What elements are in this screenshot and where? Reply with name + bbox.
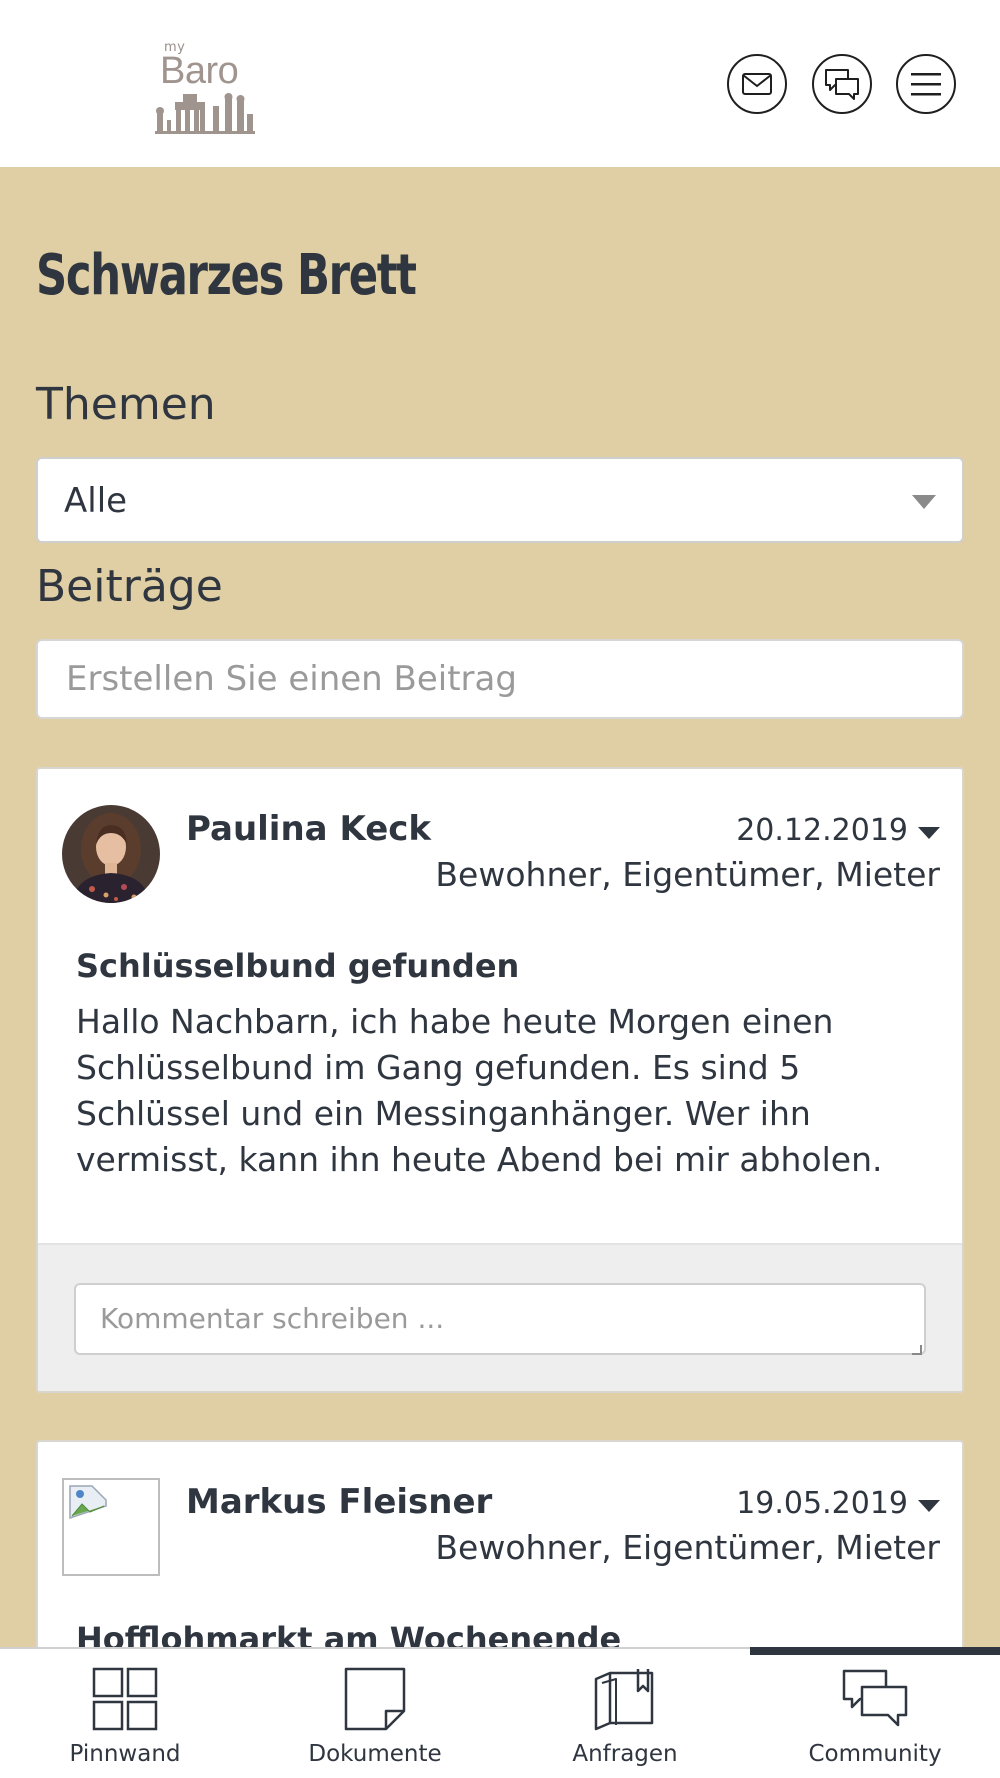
broken-image-icon (69, 1485, 107, 1520)
resize-handle-icon[interactable] (912, 1345, 922, 1355)
bottom-navigation: Pinnwand Dokumente Anfragen Community (0, 1647, 1000, 1778)
post-options-caret-icon[interactable] (918, 1500, 940, 1512)
create-post-input[interactable]: Erstellen Sie einen Beitrag (36, 639, 964, 719)
post-body: Hallo Nachbarn, ich habe heute Morgen ei… (76, 1002, 883, 1179)
mail-icon (742, 73, 772, 95)
nav-label-community: Community (808, 1741, 942, 1767)
mail-button[interactable] (727, 54, 787, 114)
post-card: Paulina Keck 20.12.2019 Bewohner, Eigent… (36, 767, 964, 1393)
author-photo (62, 805, 160, 903)
post-title: Hofflohmarkt am Wochenende (76, 1620, 622, 1647)
menu-icon (911, 73, 941, 96)
avatar[interactable] (62, 805, 160, 903)
post-author-roles: Bewohner, Eigentümer, Mieter (435, 1528, 940, 1567)
page-title: Schwarzes Brett (36, 243, 417, 308)
nav-label-anfragen: Anfragen (572, 1741, 678, 1767)
chat-button[interactable] (812, 54, 872, 114)
posts-label: Beiträge (36, 561, 223, 612)
themes-select[interactable]: Alle (36, 457, 964, 543)
community-icon (842, 1669, 908, 1727)
post-date: 20.12.2019 (736, 813, 908, 848)
nav-item-dokumente[interactable]: Dokumente (250, 1649, 500, 1778)
themes-label: Themen (36, 379, 216, 430)
folder-icon (594, 1669, 654, 1731)
post-author-roles: Bewohner, Eigentümer, Mieter (435, 855, 940, 894)
post-options-caret-icon[interactable] (918, 827, 940, 839)
skyline-icon (155, 93, 255, 134)
themes-selected-value: Alle (64, 481, 128, 521)
document-icon (344, 1667, 406, 1731)
nav-item-community[interactable]: Community (750, 1647, 1000, 1778)
chat-icon (825, 69, 859, 100)
avatar[interactable] (62, 1478, 160, 1576)
nav-item-pinnwand[interactable]: Pinnwand (0, 1649, 250, 1778)
nav-label-pinnwand: Pinnwand (69, 1741, 181, 1767)
mybaro-logo[interactable]: my Baro (150, 40, 260, 135)
logo-wordmark: Baro (160, 50, 239, 92)
app-header: my Baro (0, 0, 1000, 167)
bulletin-board-content[interactable]: Schwarzes Brett Themen Alle Beiträge Ers… (0, 167, 1000, 1647)
menu-button[interactable] (896, 54, 956, 114)
post-title: Schlüsselbund gefunden (76, 947, 520, 985)
nav-item-anfragen[interactable]: Anfragen (500, 1649, 750, 1778)
post-card: Markus Fleisner 19.05.2019 Bewohner, Eig… (36, 1440, 964, 1647)
post-date: 19.05.2019 (736, 1486, 908, 1521)
post-author[interactable]: Markus Fleisner (186, 1482, 492, 1522)
comment-input[interactable]: Kommentar schreiben ... (74, 1283, 926, 1355)
post-author[interactable]: Paulina Keck (186, 809, 431, 849)
comment-section: Kommentar schreiben ... (38, 1243, 962, 1391)
chevron-down-icon (912, 495, 936, 509)
nav-label-dokumente: Dokumente (308, 1741, 442, 1767)
grid-icon (92, 1667, 158, 1731)
